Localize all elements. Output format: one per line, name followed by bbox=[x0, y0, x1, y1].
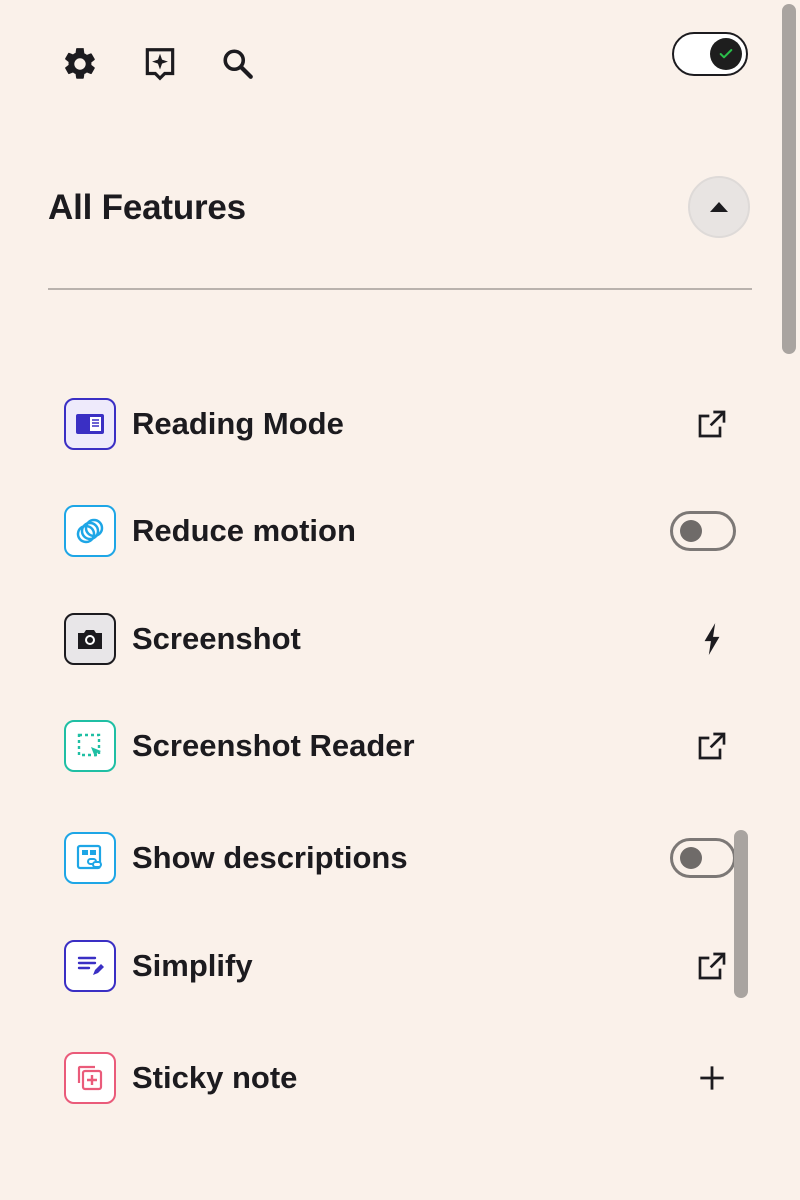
toggle-knob bbox=[710, 38, 742, 70]
camera-icon bbox=[64, 613, 116, 665]
open-external-button[interactable] bbox=[688, 400, 736, 448]
page-scrollbar[interactable] bbox=[782, 4, 796, 354]
checkmark-icon bbox=[719, 49, 733, 59]
feature-item-reading-mode[interactable]: Reading Mode bbox=[64, 396, 736, 452]
feature-item-sticky-note[interactable]: Sticky note bbox=[64, 1050, 736, 1106]
toggle-knob bbox=[680, 847, 702, 869]
search-icon bbox=[223, 49, 253, 79]
feature-label: Sticky note bbox=[132, 1060, 298, 1095]
divider bbox=[48, 288, 752, 290]
plus-icon bbox=[700, 1066, 724, 1090]
screenshot-reader-icon bbox=[64, 720, 116, 772]
feature-item-screenshot-reader[interactable]: Screenshot Reader bbox=[64, 718, 736, 774]
feature-action bbox=[670, 507, 736, 555]
feature-action bbox=[688, 615, 736, 663]
list-scrollbar[interactable] bbox=[734, 830, 748, 998]
feature-item-show-descriptions[interactable]: Show descriptions bbox=[64, 830, 736, 886]
toggle-knob bbox=[680, 520, 702, 542]
feature-label: Screenshot bbox=[132, 621, 301, 656]
feature-label: Screenshot Reader bbox=[132, 728, 415, 763]
feature-label: Reading Mode bbox=[132, 406, 344, 441]
reading-mode-icon bbox=[64, 398, 116, 450]
feature-action bbox=[688, 722, 736, 770]
image-link-icon bbox=[64, 832, 116, 884]
settings-button[interactable] bbox=[56, 40, 104, 88]
feature-item-screenshot[interactable]: Screenshot bbox=[64, 611, 736, 667]
section-header: All Features bbox=[48, 170, 752, 250]
show-descriptions-toggle[interactable] bbox=[670, 838, 736, 878]
feature-item-reduce-motion[interactable]: Reduce motion bbox=[64, 503, 736, 559]
caret-up-icon bbox=[710, 202, 728, 212]
sparkle-chat-icon bbox=[145, 48, 175, 81]
feature-label: Simplify bbox=[132, 948, 253, 983]
open-external-icon bbox=[698, 732, 726, 760]
collapse-button[interactable] bbox=[688, 176, 750, 238]
feature-item-simplify[interactable]: Simplify bbox=[64, 938, 736, 994]
sticky-note-icon bbox=[64, 1052, 116, 1104]
lightning-icon bbox=[704, 623, 720, 655]
add-note-button[interactable] bbox=[688, 1054, 736, 1102]
feature-action bbox=[688, 400, 736, 448]
search-button[interactable] bbox=[214, 40, 262, 88]
feature-action bbox=[688, 942, 736, 990]
toolbar bbox=[0, 0, 800, 130]
quick-action-button[interactable] bbox=[688, 615, 736, 663]
open-external-icon bbox=[698, 410, 726, 438]
open-external-icon bbox=[698, 952, 726, 980]
gear-icon bbox=[65, 48, 95, 79]
ai-assistant-button[interactable] bbox=[136, 40, 184, 88]
feature-action bbox=[688, 1054, 736, 1102]
simplify-icon bbox=[64, 940, 116, 992]
section-title: All Features bbox=[48, 188, 246, 227]
reduce-motion-toggle[interactable] bbox=[670, 511, 736, 551]
feature-action bbox=[670, 834, 736, 882]
open-external-button[interactable] bbox=[688, 942, 736, 990]
master-toggle[interactable] bbox=[672, 32, 748, 76]
feature-label: Show descriptions bbox=[132, 840, 408, 875]
feature-label: Reduce motion bbox=[132, 513, 356, 548]
reduce-motion-icon bbox=[64, 505, 116, 557]
open-external-button[interactable] bbox=[688, 722, 736, 770]
